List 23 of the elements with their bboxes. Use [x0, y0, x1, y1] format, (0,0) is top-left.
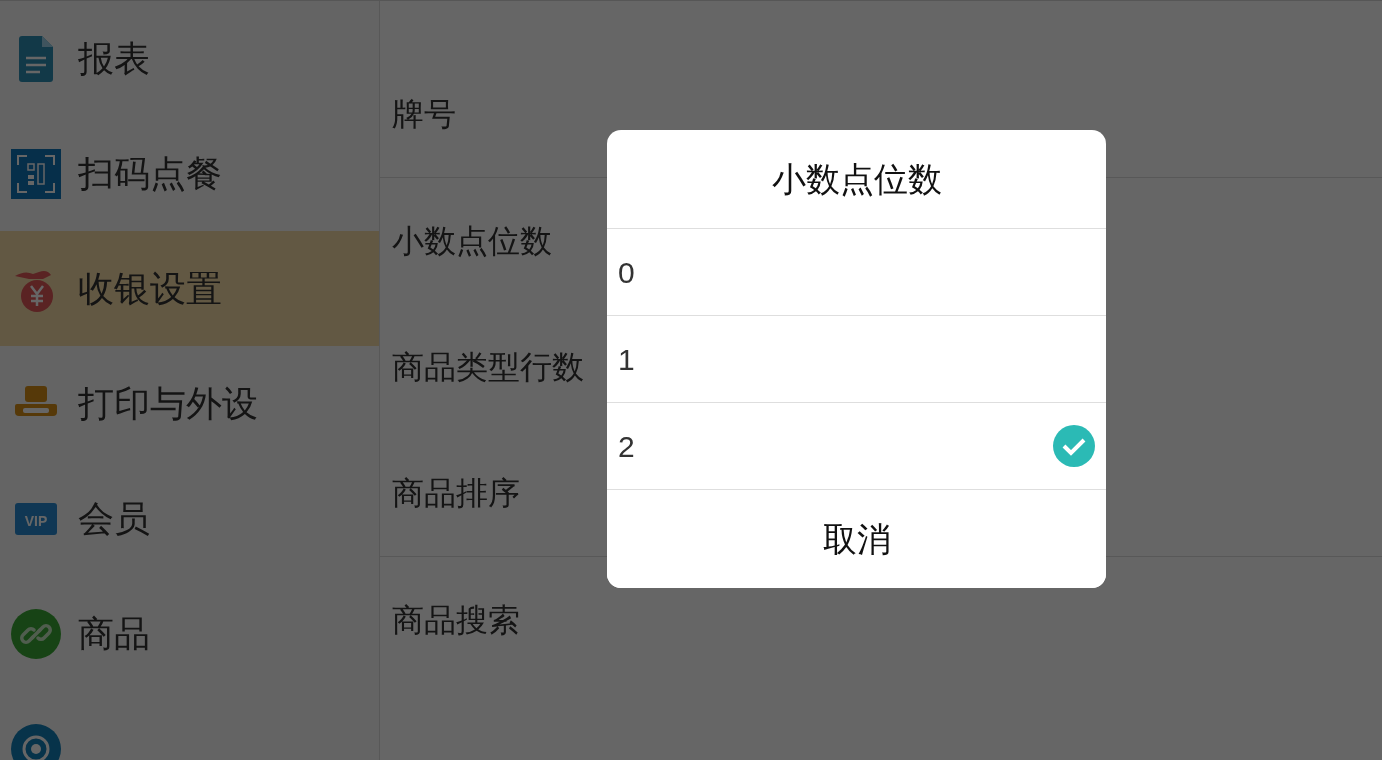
link-icon	[11, 608, 61, 659]
option-label: 2	[618, 428, 635, 465]
option-label: 0	[618, 254, 635, 291]
option-row[interactable]: 1	[607, 316, 1106, 403]
dialog-title: 小数点位数	[607, 130, 1106, 229]
sidebar-item-label: 会员	[78, 496, 150, 541]
sidebar-item[interactable]: 扫码点餐	[0, 116, 379, 231]
sidebar-item[interactable]: 商品	[0, 576, 379, 691]
option-row[interactable]: 0	[607, 229, 1106, 316]
sidebar-item[interactable]: 收银设置	[0, 231, 379, 346]
vip-card-icon: VIP	[15, 502, 57, 535]
sidebar-item-label: 报表	[78, 36, 150, 81]
sidebar-item-label: 商品	[78, 611, 150, 656]
sidebar-item-label: 打印与外设	[78, 381, 258, 426]
sidebar-item[interactable]: VIP 会员	[0, 461, 379, 576]
check-icon	[1053, 425, 1095, 467]
document-icon	[19, 35, 53, 82]
sidebar-item-label: 扫码点餐	[78, 151, 222, 196]
sidebar-item-label: 收银设置	[78, 266, 222, 311]
option-label: 1	[618, 341, 635, 378]
sidebar-item[interactable]: 报表	[0, 1, 379, 116]
qr-scan-icon	[11, 148, 61, 199]
sidebar-item[interactable]: 打印与外设	[0, 346, 379, 461]
